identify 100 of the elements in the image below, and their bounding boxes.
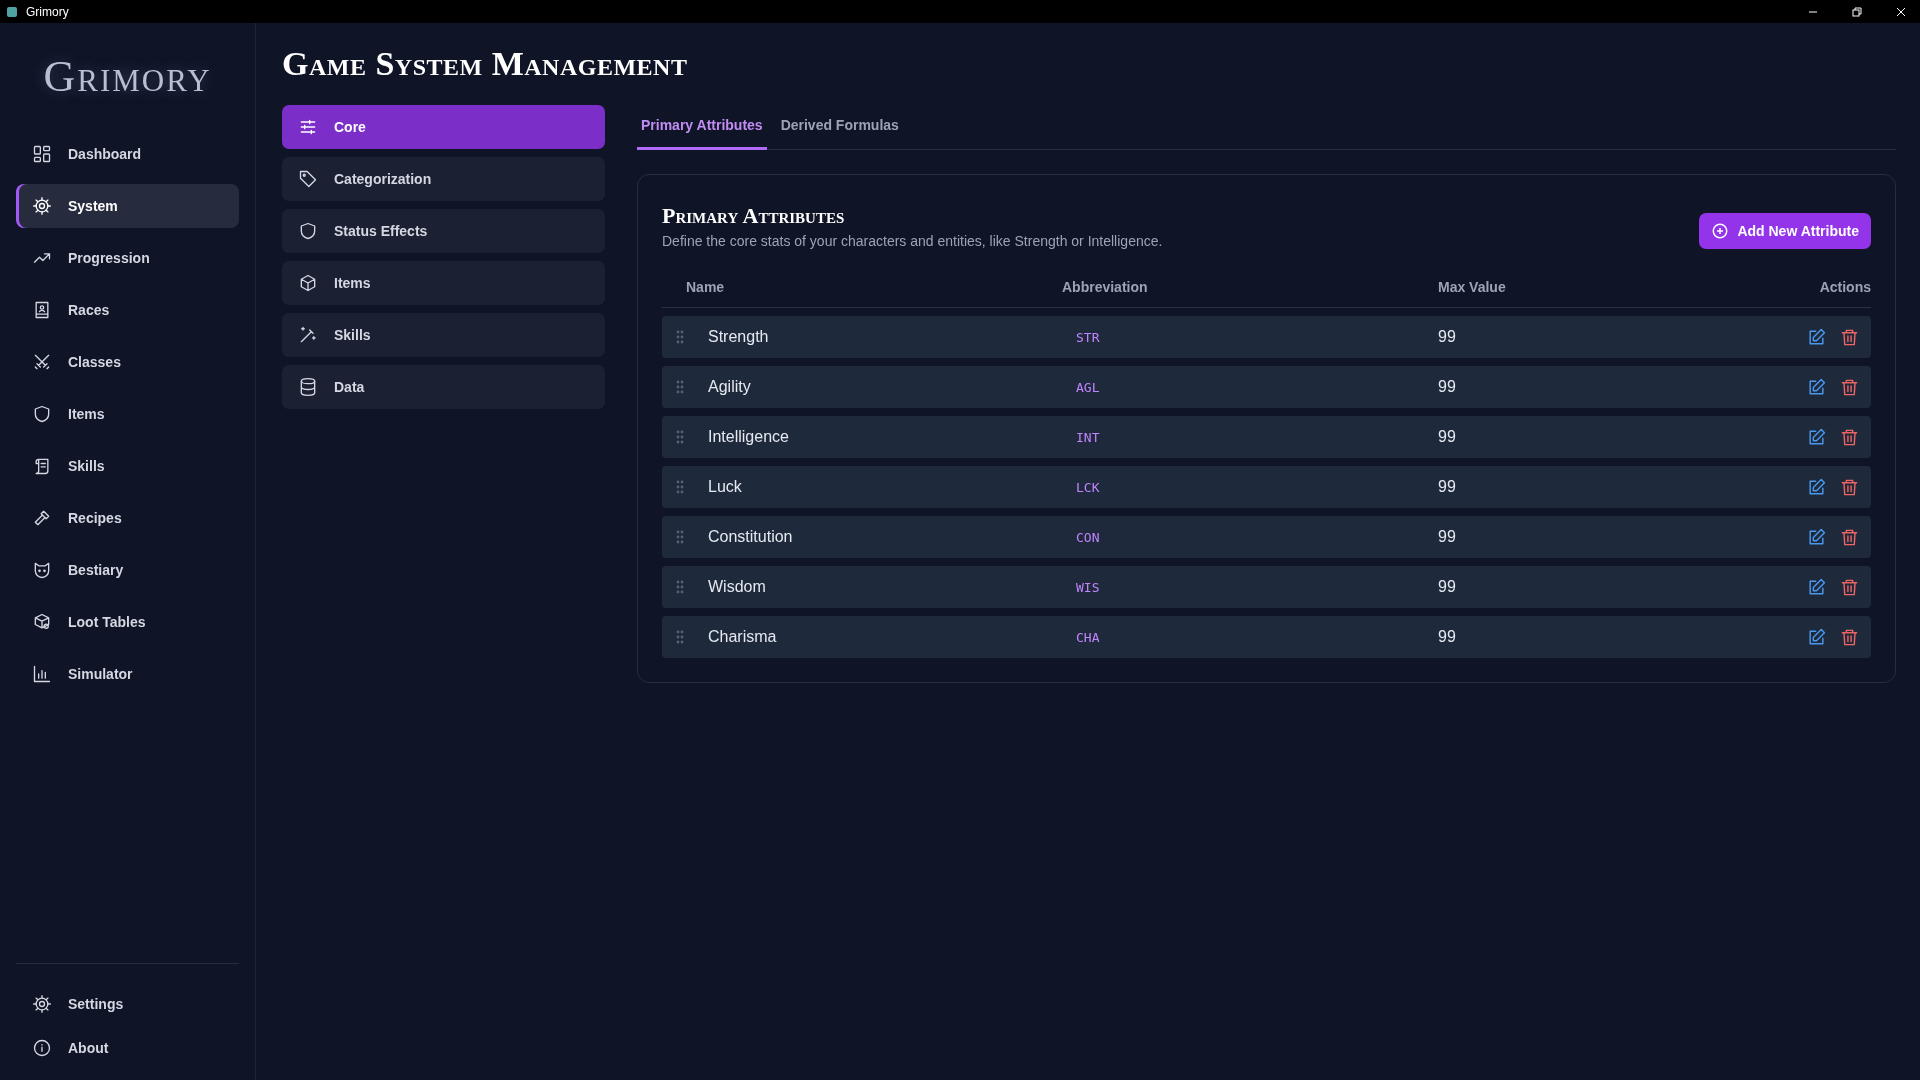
table-cell-text: Charisma	[708, 628, 778, 646]
shield-icon	[298, 221, 318, 241]
trash-icon[interactable]	[1840, 477, 1859, 497]
table-cell-text: CON	[1075, 529, 1101, 545]
section-item[interactable]: Status Effects	[282, 209, 605, 253]
table-cell-text: 99	[1438, 428, 1457, 446]
trash-icon[interactable]	[1840, 577, 1859, 597]
nav-item[interactable]: Dashboard	[16, 132, 239, 176]
trash-icon[interactable]	[1840, 377, 1859, 397]
cube-icon	[298, 273, 318, 293]
drag-handle-icon[interactable]	[676, 530, 684, 544]
grid-icon	[32, 144, 52, 164]
nav-item[interactable]: Recipes	[16, 496, 239, 540]
table-cell-text: 99	[1438, 478, 1457, 496]
app-icon	[6, 5, 18, 18]
nav-item[interactable]: Races	[16, 288, 239, 332]
nav-item[interactable]: Loot Tables	[16, 600, 239, 644]
edit-icon[interactable]	[1807, 627, 1826, 647]
table-row[interactable]: Luck LCK 99	[662, 466, 1871, 508]
drag-handle-icon[interactable]	[676, 430, 684, 444]
table-row[interactable]: Wisdom WIS 99	[662, 566, 1871, 608]
tab[interactable]: Primary Attributes	[637, 105, 767, 150]
section-item[interactable]: Skills	[282, 313, 605, 357]
table-row[interactable]: Constitution CON 99	[662, 516, 1871, 558]
drag-handle-icon[interactable]	[676, 580, 684, 594]
nav-item[interactable]: Bestiary	[16, 548, 239, 592]
box-icon	[32, 612, 52, 632]
nav-item[interactable]: System	[16, 184, 239, 228]
edit-icon[interactable]	[1807, 527, 1826, 547]
drag-handle-icon[interactable]	[676, 380, 684, 394]
edit-icon[interactable]	[1807, 377, 1826, 397]
trash-icon[interactable]	[1840, 527, 1859, 547]
table-cell-text: 99	[1438, 378, 1457, 396]
column-header: Actions	[1818, 279, 1871, 295]
swords-icon	[32, 352, 52, 372]
cat-icon	[32, 560, 52, 580]
trash-icon[interactable]	[1840, 627, 1859, 647]
table-cell-text: Agility	[708, 378, 752, 396]
table-cell-text: 99	[1438, 528, 1457, 546]
table-row[interactable]: Intelligence INT 99	[662, 416, 1871, 458]
edit-icon[interactable]	[1807, 477, 1826, 497]
table-cell-text: Wisdom	[708, 578, 767, 596]
section-item[interactable]: Data	[282, 365, 605, 409]
table-cell-text: CHA	[1075, 629, 1101, 645]
panel-title: Primary Attributes	[662, 203, 846, 229]
drag-handle-icon[interactable]	[676, 630, 684, 644]
nav-item[interactable]: Progression	[16, 236, 239, 280]
gear-icon	[32, 994, 52, 1014]
chart-icon	[32, 664, 52, 684]
trash-icon[interactable]	[1840, 327, 1859, 347]
table-cell-text: 99	[1438, 328, 1457, 346]
tag-icon	[298, 169, 318, 189]
table-cell-text: AGL	[1075, 379, 1101, 395]
table-cell-text: 99	[1438, 628, 1457, 646]
window-title: Grimory	[26, 4, 69, 19]
shield-icon	[32, 404, 52, 424]
nav-item[interactable]: About	[16, 1026, 239, 1070]
table-cell-text: INT	[1075, 429, 1101, 445]
table-cell-text: STR	[1075, 329, 1101, 345]
nav-item[interactable]: Simulator	[16, 652, 239, 696]
edit-icon[interactable]	[1807, 427, 1826, 447]
trash-icon[interactable]	[1840, 427, 1859, 447]
wand-icon	[298, 325, 318, 345]
add-attribute-button[interactable]: Add New Attribute	[1699, 213, 1871, 249]
drag-handle-icon[interactable]	[676, 480, 684, 494]
table-cell-text: 99	[1438, 578, 1457, 596]
edit-icon[interactable]	[1807, 577, 1826, 597]
gear-icon	[32, 196, 52, 216]
nav-item[interactable]: Skills	[16, 444, 239, 488]
table-cell-text: Intelligence	[708, 428, 790, 446]
page-title: Game System Management	[282, 45, 689, 83]
logo: Grimory	[42, 51, 213, 102]
section-item[interactable]: Core	[282, 105, 605, 149]
edit-icon[interactable]	[1807, 327, 1826, 347]
database-icon	[298, 377, 318, 397]
table-cell-text: WIS	[1075, 579, 1101, 595]
section-item[interactable]: Items	[282, 261, 605, 305]
sliders-icon	[298, 117, 318, 137]
close-icon[interactable]	[1896, 6, 1906, 17]
table-row[interactable]: Agility AGL 99	[662, 366, 1871, 408]
column-header: Name	[686, 279, 726, 295]
table-row[interactable]: Strength STR 99	[662, 316, 1871, 358]
table-cell-text: Luck	[708, 478, 743, 496]
panel-description: Define the core stats of your characters and entities, like Strength or Intelligence.	[662, 233, 1163, 249]
restore-icon[interactable]	[1852, 6, 1862, 17]
table-row[interactable]: Charisma CHA 99	[662, 616, 1871, 658]
drag-handle-icon[interactable]	[676, 330, 684, 344]
info-icon	[32, 1038, 52, 1058]
add-icon	[1711, 222, 1730, 240]
tab[interactable]: Derived Formulas	[776, 105, 903, 150]
table-cell-text: LCK	[1075, 479, 1101, 495]
table-cell-text: Constitution	[708, 528, 794, 546]
section-item[interactable]: Categorization	[282, 157, 605, 201]
nav-item[interactable]: Classes	[16, 340, 239, 384]
nav-item[interactable]: Settings	[16, 982, 239, 1026]
column-header: Max Value	[1438, 279, 1507, 295]
nav-item[interactable]: Items	[16, 392, 239, 436]
table-cell-text: Strength	[708, 328, 770, 346]
column-header: Abbreviation	[1062, 279, 1149, 295]
hammer-icon	[32, 508, 52, 528]
